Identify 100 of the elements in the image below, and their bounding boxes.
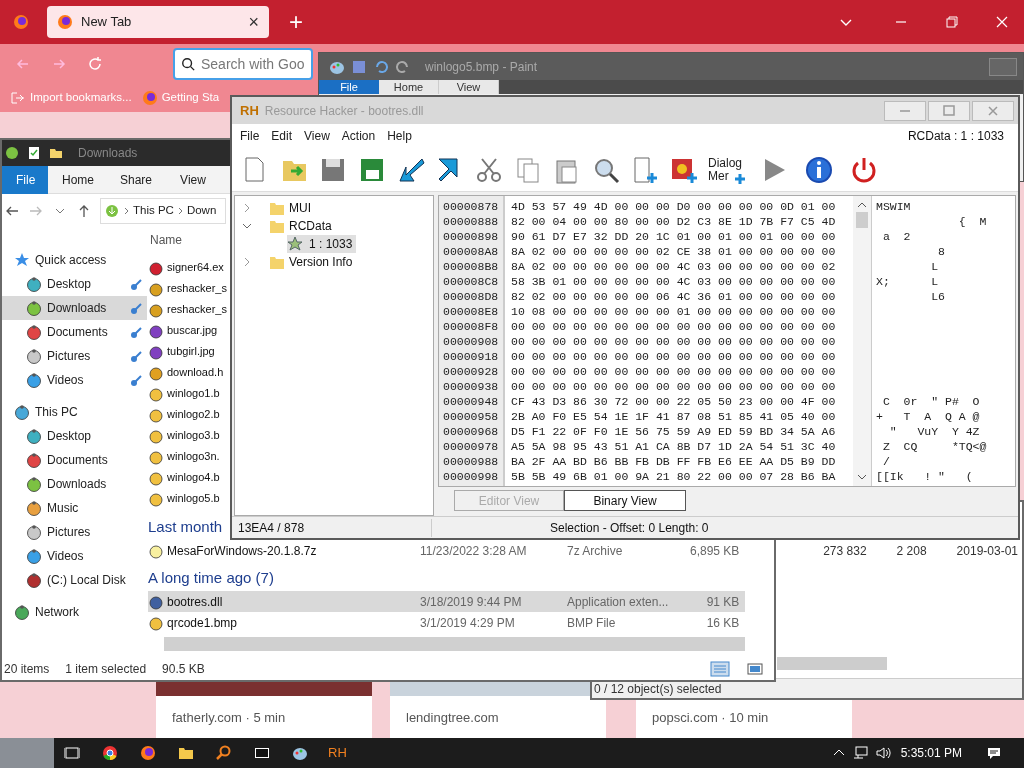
story-card[interactable]: fatherly.com · 5 min <box>156 696 372 738</box>
column-header[interactable]: Name <box>148 228 182 257</box>
story-card[interactable]: lendingtree.com <box>390 696 606 738</box>
browser-tab[interactable]: New Tab × <box>47 6 269 38</box>
nav-item[interactable]: (C:) Local Disk <box>2 568 147 592</box>
star-icon <box>14 252 30 268</box>
file-size: 16 KB <box>706 614 741 632</box>
undo-icon[interactable] <box>373 58 389 75</box>
ascii-text: MSWIM <box>876 199 912 214</box>
file-row[interactable]: MesaForWindows-20.1.8.7z 11/23/2022 3:28 AM 7z Archive 6,895 KB <box>148 540 746 561</box>
palette-icon[interactable] <box>292 745 308 761</box>
file-row[interactable]: buscar.jpg <box>148 320 219 341</box>
ribbon-tab[interactable]: Home <box>48 165 106 194</box>
file-size: 91 KB <box>706 593 741 611</box>
nav-item[interactable]: Desktop <box>2 424 147 448</box>
thumbnail-view-icon[interactable] <box>746 661 764 677</box>
network-icon[interactable] <box>852 745 869 761</box>
file-row[interactable]: download.h <box>148 362 225 383</box>
file-icon <box>148 490 164 507</box>
notifications-icon[interactable] <box>986 745 1002 761</box>
downloads-icon <box>26 300 42 316</box>
tree-item[interactable]: RCData <box>235 217 433 235</box>
file-row[interactable]: winlogo5.b <box>148 488 221 509</box>
file-row[interactable]: winlogo1.b <box>148 383 221 404</box>
scroll-up-icon[interactable] <box>856 200 868 210</box>
breadcrumb[interactable]: This PC <box>133 202 174 220</box>
nav-item[interactable]: Downloads <box>2 296 147 320</box>
volume-icon[interactable] <box>874 745 891 761</box>
file-icon <box>148 448 164 465</box>
ribbon-tab[interactable]: Share <box>106 165 164 194</box>
file-row[interactable]: winlogo2.b <box>148 404 221 425</box>
file-row[interactable]: winlogo4.b <box>148 467 221 488</box>
offset-text: 00000928 <box>443 364 500 379</box>
nav-item[interactable]: Desktop <box>2 272 147 296</box>
close-icon[interactable] <box>994 14 1010 30</box>
clock[interactable]: 5:35:01 PM <box>900 744 962 762</box>
view-tab[interactable]: Binary View <box>564 490 686 511</box>
tab-close-button[interactable]: × <box>248 13 259 31</box>
new-tab-button[interactable]: + <box>289 10 303 34</box>
file-row[interactable]: signer64.ex <box>148 257 225 278</box>
nav-item[interactable]: Downloads <box>2 472 147 496</box>
reload-icon[interactable] <box>87 56 103 72</box>
file-row[interactable]: bootres.dll 3/18/2019 9:44 PM Application exten... 91 KB <box>148 591 746 612</box>
ribbon-tab[interactable]: View <box>439 80 499 94</box>
chevron-icon <box>177 207 183 215</box>
menu-item[interactable]: View <box>298 127 336 145</box>
search-input[interactable]: Search with Goo <box>201 53 311 75</box>
ribbon-tab[interactable]: File <box>319 80 379 94</box>
hex-bytes: CF 43 D3 86 30 72 00 00 22 05 50 23 00 00 4F 00 <box>511 394 837 409</box>
nav-item[interactable]: Videos <box>2 544 147 568</box>
offset-text: 00000878 <box>443 199 500 214</box>
nav-item[interactable]: Music <box>2 496 147 520</box>
scrollbar-thumb[interactable] <box>777 657 887 670</box>
tree-item[interactable]: Version Info <box>235 253 433 271</box>
file-row[interactable]: qrcode1.bmp 3/1/2019 4:29 PM BMP File 16 KB <box>148 612 746 633</box>
ribbon-tab[interactable]: View <box>164 165 222 194</box>
nav-item[interactable]: Pictures <box>2 344 147 368</box>
file-icon <box>148 259 164 276</box>
ribbon-tab[interactable]: File <box>2 165 48 194</box>
ribbon-tab[interactable]: Home <box>379 80 439 94</box>
menu-item[interactable]: Action <box>335 127 382 145</box>
hex-bytes: 82 00 04 00 00 80 00 00 D2 C3 8E 1D 7B F7 C5 4D <box>511 214 837 229</box>
info-icon[interactable] <box>804 154 834 185</box>
tree-item[interactable]: MUI <box>235 199 433 217</box>
folder-icon[interactable] <box>178 745 194 761</box>
scroll-down-icon[interactable] <box>856 472 868 482</box>
file-row[interactable]: tubgirl.jpg <box>148 341 216 362</box>
nav-item[interactable]: Videos <box>2 368 147 392</box>
file-row[interactable]: reshacker_s <box>148 299 228 320</box>
taskbar-app-button[interactable]: RH <box>328 743 347 763</box>
task-view-icon[interactable] <box>64 745 80 761</box>
redo-icon[interactable] <box>395 58 411 75</box>
properties-icon[interactable] <box>26 145 42 161</box>
search-field[interactable]: Search with Goo <box>173 48 313 80</box>
magnifier-icon[interactable] <box>216 745 232 761</box>
file-row[interactable]: winlogo3.b <box>148 425 221 446</box>
menu-item[interactable]: Help <box>381 127 418 145</box>
menu-item[interactable]: Edit <box>265 127 299 145</box>
save-icon[interactable] <box>351 58 367 75</box>
file-row[interactable]: reshacker_s <box>148 278 228 299</box>
vertical-scrollbar[interactable] <box>853 196 871 486</box>
nav-item[interactable]: Documents <box>2 448 147 472</box>
tree-item[interactable]: 1 : 1033 <box>287 235 357 253</box>
chrome-logo-icon[interactable] <box>102 745 118 761</box>
horizontal-scrollbar[interactable] <box>164 637 746 651</box>
menu-item[interactable]: File <box>234 127 266 145</box>
nav-item[interactable]: Quick access <box>2 248 147 272</box>
breadcrumb[interactable]: Down <box>186 202 217 220</box>
nav-item[interactable]: Documents <box>2 320 147 344</box>
scrollbar-thumb[interactable] <box>856 212 868 228</box>
address-bar[interactable]: This PC Down <box>100 198 226 224</box>
table-cell-text: 2019-03-01 <box>956 543 1018 560</box>
browser-logo-icon[interactable] <box>140 745 156 761</box>
file-row[interactable]: winlogo3n. <box>148 446 221 467</box>
nav-item[interactable]: This PC <box>2 400 147 424</box>
dialog-merge-button[interactable]: Dialog Mer <box>708 156 742 183</box>
chevron-icon <box>124 207 129 215</box>
nav-item[interactable]: Pictures <box>2 520 147 544</box>
restore-icon[interactable] <box>944 14 960 30</box>
nav-item[interactable]: Network <box>2 600 147 624</box>
